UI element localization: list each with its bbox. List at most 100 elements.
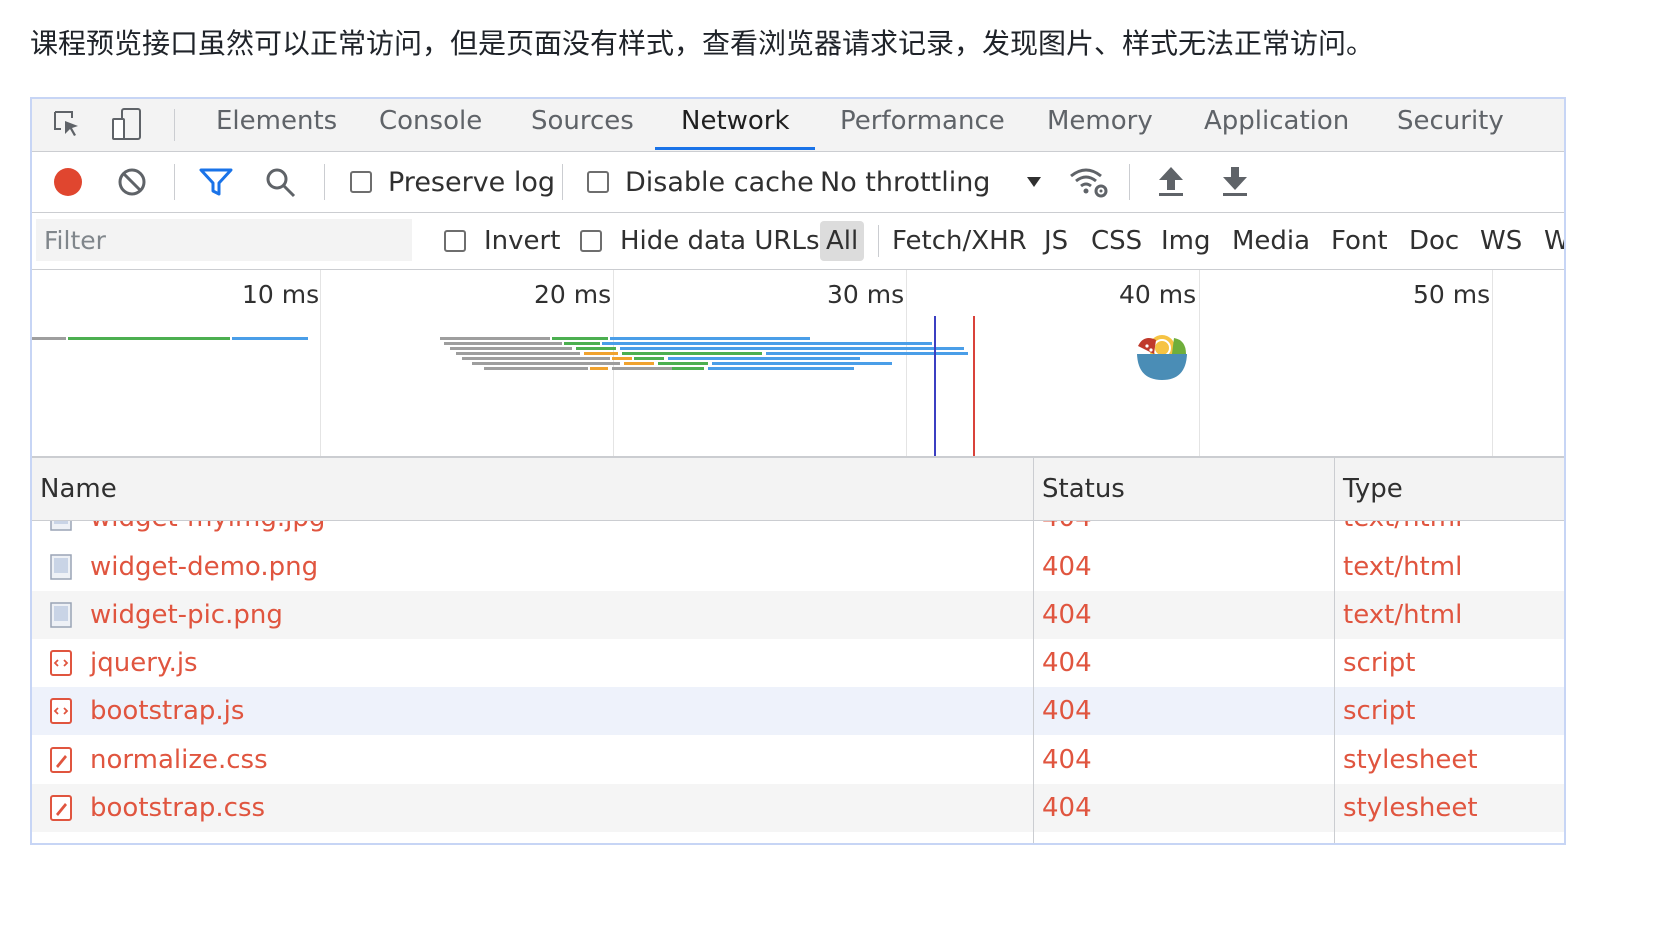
download-icon — [1223, 167, 1247, 196]
filter-toggle-button[interactable] — [198, 166, 234, 198]
device-toolbar-icon[interactable] — [110, 107, 144, 141]
intro-text: 课程预览接口虽然可以正常访问，但是页面没有样式，查看浏览器请求记录，发现图片、样… — [30, 27, 1375, 60]
type-column-header[interactable]: Type — [1335, 458, 1564, 520]
request-status: 404 — [1042, 793, 1092, 823]
request-status: 404 — [1042, 745, 1092, 775]
timing-bar — [624, 362, 654, 365]
timing-bar — [708, 367, 854, 370]
timing-bar — [612, 357, 632, 360]
clear-icon — [118, 168, 146, 196]
timing-bar — [610, 337, 810, 340]
timeline-tick: 30 ms — [827, 280, 905, 309]
record-icon — [54, 168, 82, 196]
timing-bar — [450, 347, 572, 350]
timing-bar — [472, 362, 620, 365]
timing-bar — [668, 357, 860, 360]
devtools-tabbar: Elements Console Sources Network Perform… — [32, 99, 1564, 152]
tab-sources[interactable]: Sources — [531, 99, 634, 151]
timing-bar — [232, 337, 308, 340]
hide-data-urls-checkbox[interactable]: Hide data URLs — [580, 221, 820, 261]
type-filter-ws[interactable]: WS — [1480, 221, 1522, 261]
column-divider[interactable] — [1334, 458, 1335, 843]
tab-application[interactable]: Application — [1204, 99, 1349, 151]
disable-cache-checkbox[interactable]: Disable cache — [587, 164, 814, 200]
disable-cache-check[interactable] — [587, 171, 609, 193]
timeline-tick: 20 ms — [534, 280, 612, 309]
tab-separator — [174, 109, 175, 141]
type-filter-js[interactable]: JS — [1044, 221, 1068, 261]
request-status: 404 — [1042, 552, 1092, 582]
timing-bar — [462, 357, 610, 360]
timeline-tick: 40 ms — [1119, 280, 1197, 309]
filter-bar: Invert Hide data URLs All Fetch/XHR JS C… — [32, 213, 1564, 270]
timing-bar — [712, 362, 892, 365]
request-name: bootstrap.js — [90, 696, 245, 726]
preserve-log-check[interactable] — [350, 171, 372, 193]
toolbar-separator — [174, 164, 175, 200]
script-file-icon — [50, 698, 72, 724]
timing-bar — [620, 347, 964, 350]
tab-security[interactable]: Security — [1397, 99, 1504, 151]
timeline-tick: 10 ms — [242, 280, 320, 309]
request-table: Name Status Type widget-myimg.jpg 404 te… — [32, 458, 1564, 843]
import-har-button[interactable] — [1156, 164, 1186, 198]
preserve-log-checkbox[interactable]: Preserve log — [350, 164, 555, 200]
type-filter-font[interactable]: Font — [1331, 221, 1388, 261]
fruit-bowl-icon — [1137, 335, 1187, 380]
filter-input[interactable] — [36, 219, 412, 261]
active-tab-indicator — [655, 147, 815, 150]
tab-elements[interactable]: Elements — [216, 99, 337, 151]
grid-line — [1492, 270, 1493, 456]
type-filter-fetch-xhr[interactable]: Fetch/XHR — [892, 221, 1027, 261]
hide-data-urls-check[interactable] — [580, 230, 602, 252]
type-filter-css[interactable]: CSS — [1091, 221, 1142, 261]
throttling-select[interactable]: No throttling — [820, 164, 1042, 200]
request-type: stylesheet — [1343, 745, 1478, 775]
timing-bar — [564, 342, 600, 345]
domcontentloaded-marker — [934, 316, 936, 456]
timing-bar — [634, 357, 664, 360]
timing-bar — [584, 352, 618, 355]
timing-bar — [766, 352, 968, 355]
request-status: 404 — [1042, 648, 1092, 678]
export-har-button[interactable] — [1220, 164, 1250, 198]
timing-bar — [612, 367, 672, 370]
request-type: stylesheet — [1343, 793, 1478, 823]
tab-network[interactable]: Network — [681, 99, 790, 151]
search-button[interactable] — [264, 166, 298, 200]
column-divider[interactable] — [1033, 458, 1034, 843]
tab-performance[interactable]: Performance — [840, 99, 1005, 151]
toolbar-separator — [1129, 164, 1130, 200]
timing-bar — [444, 342, 562, 345]
network-conditions-button[interactable] — [1068, 164, 1110, 200]
script-file-icon — [50, 650, 72, 676]
request-name: jquery.js — [90, 648, 198, 678]
type-filter-doc[interactable]: Doc — [1409, 221, 1459, 261]
invert-check[interactable] — [444, 230, 466, 252]
request-name: widget-pic.png — [90, 600, 283, 630]
stylesheet-file-icon — [50, 747, 72, 773]
clear-button[interactable] — [116, 166, 148, 198]
type-filter-media[interactable]: Media — [1232, 221, 1310, 261]
inspect-element-icon[interactable] — [50, 107, 84, 141]
record-button[interactable] — [52, 166, 84, 198]
request-type: text/html — [1343, 552, 1463, 582]
status-column-header[interactable]: Status — [1034, 458, 1334, 520]
type-filter-wasm[interactable]: W — [1544, 221, 1564, 261]
name-column-header[interactable]: Name — [32, 458, 1033, 520]
timeline-tick: 50 ms — [1413, 280, 1491, 309]
type-filter-img[interactable]: Img — [1161, 221, 1211, 261]
tab-memory[interactable]: Memory — [1047, 99, 1153, 151]
type-filter-all[interactable]: All — [820, 221, 865, 261]
network-overview[interactable]: 10 ms 20 ms 30 ms 40 ms 50 ms — [32, 270, 1564, 458]
tab-console[interactable]: Console — [379, 99, 482, 151]
filter-icon — [199, 168, 233, 196]
timing-bar — [672, 367, 704, 370]
request-name: bootstrap.css — [90, 793, 266, 823]
stylesheet-file-icon — [50, 795, 72, 821]
timing-bar — [456, 352, 580, 355]
request-name: normalize.css — [90, 745, 268, 775]
invert-checkbox[interactable]: Invert — [444, 221, 560, 261]
invert-label: Invert — [484, 226, 561, 256]
timing-bar — [602, 342, 932, 345]
